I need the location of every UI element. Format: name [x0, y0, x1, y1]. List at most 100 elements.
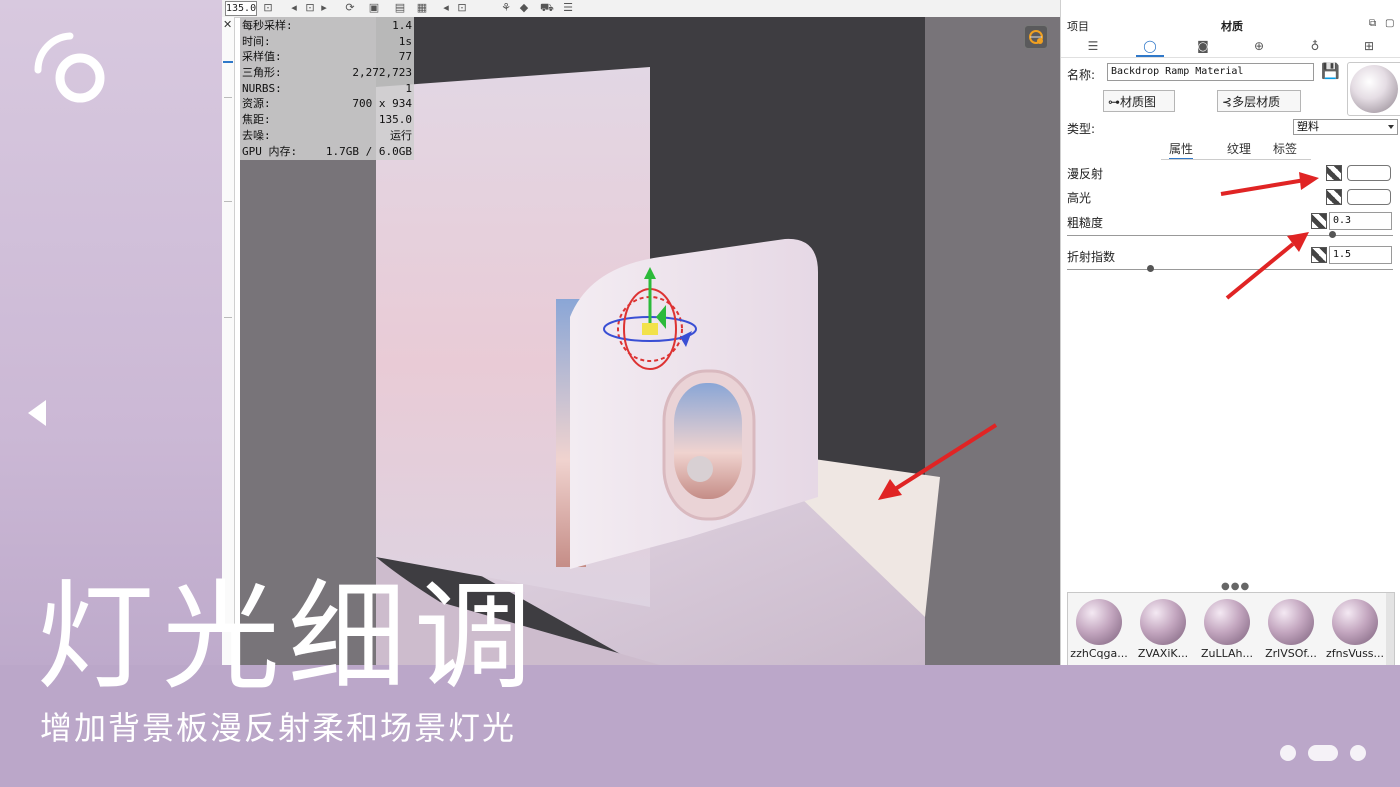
stat-label: 资源: — [242, 97, 271, 111]
material-icon[interactable]: ◯ — [1136, 37, 1164, 57]
gallery-item[interactable]: zzhCqga... — [1068, 597, 1130, 663]
region-icon[interactable]: ⊡ — [304, 2, 316, 14]
grid-icon[interactable]: ▦ — [416, 2, 428, 14]
close-icon[interactable]: ✕ — [223, 18, 232, 31]
node-graph-icon: ⊶ — [1108, 95, 1120, 109]
gallery-item[interactable]: ZVAXiK... — [1132, 597, 1194, 663]
restore-icon[interactable]: ▢ — [1385, 18, 1394, 29]
stat-value: 1.7GB / 6.0GB — [325, 144, 412, 158]
gallery-scrollbar[interactable] — [1386, 593, 1394, 665]
gallery-item-name: ZrlVSOf... — [1265, 647, 1317, 660]
material-type-value: 塑料 — [1297, 120, 1319, 133]
gallery-item-name: ZuLLAh... — [1200, 647, 1253, 660]
gallery-item[interactable]: ZrlVSOf... — [1260, 597, 1322, 663]
type-label: 类型: — [1067, 122, 1096, 136]
stat-value: 1s — [398, 34, 412, 48]
tree-icon[interactable]: ⚘ — [500, 2, 512, 14]
name-label: 名称: — [1067, 68, 1096, 82]
diffuse-color-swatch[interactable] — [1347, 165, 1391, 181]
stat-value: 1 — [405, 81, 412, 95]
arrow-right-icon[interactable]: ▸ — [318, 2, 330, 14]
stat-value: 运行 — [390, 128, 412, 142]
slide-title: 灯光细调 — [36, 568, 541, 706]
crop-icon[interactable]: ⊞ — [1355, 37, 1383, 55]
gallery-item-name: ZVAXiK... — [1137, 647, 1189, 660]
specular-label: 高光 — [1067, 191, 1092, 205]
material-ball-icon — [1140, 599, 1186, 645]
tab-properties[interactable]: 属性 — [1169, 140, 1194, 160]
pager-dot[interactable] — [1280, 745, 1296, 761]
globe-icon[interactable]: ⊕ — [1245, 37, 1273, 55]
stat-row: NURBS: 1 — [242, 81, 412, 97]
camera-icon[interactable]: ◙ — [1189, 37, 1217, 55]
arrow-left-icon[interactable]: ◂ — [440, 2, 452, 14]
cube-icon[interactable]: ◆ — [518, 2, 530, 14]
pager-dot-active[interactable] — [1308, 745, 1338, 761]
stat-label: 采样值: — [242, 50, 282, 64]
checklist-icon[interactable]: ☰ — [562, 2, 574, 14]
stat-value: 77 — [398, 50, 412, 64]
material-graph-button[interactable]: ⊶材质图 — [1103, 90, 1175, 112]
environment-globe-icon[interactable] — [1024, 25, 1048, 49]
undock-icon[interactable]: ⧉ — [1369, 18, 1376, 29]
cart-icon[interactable]: ⛟ — [540, 2, 554, 14]
roughness-label: 粗糙度 — [1067, 216, 1104, 230]
ior-field[interactable]: 1.5 — [1329, 246, 1392, 264]
panel-tab-indicator — [223, 61, 233, 63]
stat-row: 每秒采样: 1.4 — [242, 18, 412, 34]
stat-value: 2,272,723 — [352, 66, 412, 80]
render-toolbar: 135.0 ⊡ ◂ ⊡ ▸ ⟳ ▣ ▤ ▦ ◂ ⊡ ⚘ ◆ ⛟ ☰ — [222, 0, 1060, 18]
slide-subtitle: 增加背景板漫反射柔和场景灯光 — [40, 709, 517, 747]
stat-value: 1.4 — [392, 19, 412, 32]
material-name-field[interactable]: Backdrop Ramp Material — [1107, 63, 1314, 81]
gallery-more-icon[interactable]: ●●● — [1221, 581, 1250, 592]
pager-dot[interactable] — [1350, 745, 1366, 761]
roughness-slider-knob[interactable] — [1329, 231, 1336, 238]
panel-project-label[interactable]: 项目 — [1067, 18, 1089, 34]
tab-texture[interactable]: 纹理 — [1227, 140, 1251, 158]
arrow-left-icon[interactable]: ◂ — [288, 2, 300, 14]
save-icon[interactable]: 💾 — [1321, 62, 1340, 80]
roughness-field[interactable]: 0.3 — [1329, 212, 1392, 230]
bulb-icon[interactable]: ♁ — [1301, 37, 1329, 55]
stat-row: 焦距: 135.0 — [242, 112, 412, 128]
stat-label: 去噪: — [242, 128, 271, 142]
previous-slide-arrow-icon[interactable] — [28, 400, 46, 426]
material-type-select[interactable]: 塑料 — [1293, 119, 1398, 135]
diffuse-label: 漫反射 — [1067, 167, 1104, 181]
material-preview[interactable] — [1347, 62, 1400, 116]
multilayer-material-button[interactable]: ⊰多层材质 — [1217, 90, 1301, 112]
specular-color-swatch[interactable] — [1347, 189, 1391, 205]
stat-label: NURBS: — [242, 81, 282, 95]
refresh-icon[interactable]: ⟳ — [344, 2, 356, 14]
preview-sphere — [1350, 65, 1398, 113]
material-panel: 项目 材质 ⧉ ▢ ☰ ◯ ◙ ⊕ ♁ ⊞ 名称: Backdrop Ramp … — [1060, 0, 1400, 665]
divider — [224, 97, 232, 98]
gallery-item[interactable]: ZuLLAh... — [1196, 597, 1258, 663]
red-arrow-floor-icon — [878, 423, 998, 500]
list-icon[interactable]: ☰ — [1079, 37, 1107, 55]
stat-label: 三角形: — [242, 66, 282, 80]
ior-slider-knob[interactable] — [1147, 265, 1154, 272]
save-image-icon[interactable]: ▤ — [394, 2, 406, 14]
stat-value: 135.0 — [378, 113, 412, 127]
stat-row: 三角形: 2,272,723 — [242, 65, 412, 81]
red-arrow-roughness-icon — [1225, 232, 1309, 300]
material-ball-icon — [1076, 599, 1122, 645]
stat-label: GPU 内存: — [242, 144, 298, 158]
stat-label: 每秒采样: — [242, 19, 293, 32]
render-region-icon[interactable]: ⊡ — [456, 2, 468, 14]
ior-label: 折射指数 — [1067, 250, 1116, 264]
stat-label: 时间: — [242, 34, 271, 48]
lock-icon[interactable]: ▣ — [368, 2, 380, 14]
material-ball-icon — [1268, 599, 1314, 645]
stat-value: 700 x 934 — [352, 97, 412, 111]
tab-labels[interactable]: 标签 — [1273, 140, 1297, 158]
zoom-fit-icon[interactable]: ⊡ — [262, 2, 274, 14]
gallery-item[interactable]: zfnsVuss... — [1324, 597, 1386, 663]
stat-row: 时间: 1s — [242, 34, 412, 50]
render-stats-overlay: 每秒采样: 1.4 时间: 1s 采样值: 77 三角形: 2,272,723 NURB… — [240, 17, 414, 161]
zoom-field[interactable]: 135.0 — [225, 1, 257, 16]
panel-header: 项目 材质 ⧉ ▢ — [1061, 0, 1400, 34]
slide-pager — [1280, 745, 1370, 761]
